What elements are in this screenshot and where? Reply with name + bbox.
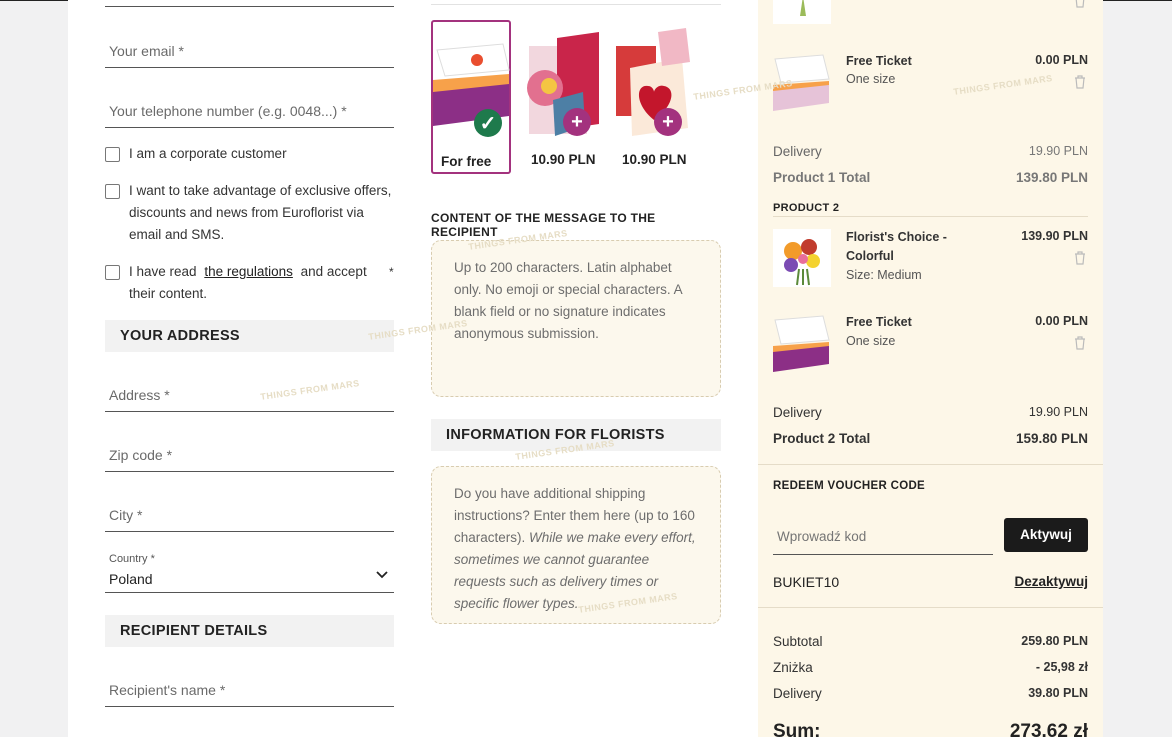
subtotal-value: 259.80 PLN [1021, 634, 1088, 648]
zip-field[interactable] [105, 439, 394, 472]
card-price: For free [441, 154, 492, 169]
activate-voucher-button[interactable]: Aktywuj [1004, 518, 1088, 552]
card-option-free[interactable]: ✓ For free [431, 20, 511, 174]
country-value: Poland [109, 571, 153, 587]
country-label: Country * [109, 553, 155, 565]
p2-ticket-name: Free Ticket [846, 315, 912, 329]
checkout-page: I am a corporate customer I want to take… [68, 0, 1103, 737]
p2-delivery-value: 19.90 PLN [1028, 405, 1088, 419]
offers-label: I want to take advantage of exclusive of… [129, 183, 392, 242]
previous-field[interactable] [105, 0, 394, 7]
regulations-checkbox[interactable] [105, 265, 120, 280]
card-option-flowers[interactable]: + 10.90 PLN [523, 20, 603, 174]
p1-total-label: Product 1 Total [773, 170, 871, 185]
p2-ticket-size: One size [846, 334, 896, 348]
divider [773, 216, 1088, 217]
address-field[interactable] [105, 379, 394, 412]
trash-icon[interactable] [1074, 251, 1086, 265]
product-2-heading: PRODUCT 2 [773, 202, 840, 214]
message-textarea[interactable]: Up to 200 characters. Latin alphabet onl… [431, 240, 721, 397]
p1-total-value: 139.80 PLN [1015, 170, 1088, 185]
country-select[interactable]: Country * Poland [105, 547, 394, 593]
divider [431, 4, 721, 5]
p2-total-value: 159.80 PLN [1015, 431, 1088, 446]
phone-input[interactable] [105, 95, 394, 127]
phone-field[interactable] [105, 95, 394, 128]
recipient-name-input[interactable] [105, 674, 394, 706]
message-placeholder: Up to 200 characters. Latin alphabet onl… [454, 260, 682, 341]
p2-total-label: Product 2 Total [773, 431, 871, 446]
product-1-thumbnail [773, 0, 831, 24]
checkmark-icon: ✓ [474, 109, 502, 137]
recipient-name-field[interactable] [105, 674, 394, 707]
discount-label: Zniżka [773, 660, 813, 675]
trash-icon[interactable] [1074, 75, 1086, 89]
regulations-link[interactable]: the regulations [200, 264, 297, 279]
voucher-field[interactable] [773, 519, 993, 555]
trash-icon[interactable] [1074, 0, 1086, 8]
message-title: CONTENT OF THE MESSAGE TO THE RECIPIENT [431, 211, 656, 239]
divider [758, 464, 1103, 465]
p2-name: Florist's Choice - Colorful [846, 230, 947, 263]
sum-label: Sum: [773, 721, 821, 737]
p1-ticket-size: One size [846, 72, 896, 86]
divider [758, 607, 1103, 608]
card-price: 10.90 PLN [622, 152, 687, 167]
corporate-label: I am a corporate customer [129, 146, 287, 161]
delivery-total-value: 39.80 PLN [1028, 686, 1088, 700]
p1-delivery-label: Delivery [773, 144, 822, 159]
address-input[interactable] [105, 379, 394, 411]
florists-heading: INFORMATION FOR FLORISTS [431, 419, 721, 451]
trash-icon[interactable] [1074, 336, 1086, 350]
offers-checkbox[interactable] [105, 184, 120, 199]
required-asterisk: * [389, 265, 394, 279]
regulations-checkbox-row: I have read the regulations and accept t… [105, 261, 397, 305]
chevron-down-icon [376, 571, 388, 579]
regulations-label: I have read the regulations and accept t… [129, 261, 387, 305]
offers-checkbox-row: I want to take advantage of exclusive of… [105, 180, 397, 246]
p2-ticket-price: 0.00 PLN [1035, 314, 1088, 328]
order-summary: Free Ticket One size 0.00 PLN Delivery 1… [758, 0, 1103, 737]
voucher-heading: REDEEM VOUCHER CODE [773, 480, 926, 492]
add-card-icon[interactable]: + [654, 108, 682, 136]
email-input[interactable] [105, 35, 394, 67]
corporate-checkbox-row: I am a corporate customer [105, 143, 397, 165]
city-input[interactable] [105, 499, 394, 531]
recipient-details-heading: RECIPIENT DETAILS [105, 615, 394, 647]
your-address-heading: YOUR ADDRESS [105, 320, 394, 352]
free-ticket-thumbnail [773, 315, 830, 372]
email-field[interactable] [105, 35, 394, 68]
p1-ticket-price: 0.00 PLN [1035, 53, 1088, 67]
p1-ticket-name: Free Ticket [846, 54, 912, 68]
regulations-prefix: I have read [129, 264, 197, 279]
card-price: 10.90 PLN [531, 152, 596, 167]
florists-textarea[interactable]: Do you have additional shipping instruct… [431, 466, 721, 624]
p2-size: Size: Medium [846, 268, 922, 282]
deactivate-link[interactable]: Dezaktywuj [1014, 574, 1088, 589]
sum-value: 273.62 zł [1009, 721, 1088, 737]
p1-delivery-value: 19.90 PLN [1028, 144, 1088, 158]
discount-value: - 25,98 zł [1035, 660, 1088, 674]
subtotal-label: Subtotal [773, 634, 823, 649]
p2-delivery-label: Delivery [773, 405, 822, 420]
delivery-total-label: Delivery [773, 686, 822, 701]
corporate-checkbox[interactable] [105, 147, 120, 162]
card-option-heart[interactable]: + 10.90 PLN [614, 20, 694, 174]
add-card-icon[interactable]: + [563, 108, 591, 136]
applied-code: BUKIET10 [773, 574, 840, 590]
city-field[interactable] [105, 499, 394, 532]
florists-choice-thumbnail [773, 229, 831, 287]
voucher-input[interactable] [773, 519, 993, 554]
p2-price: 139.90 PLN [1021, 229, 1088, 243]
free-ticket-thumbnail [773, 54, 830, 111]
zip-input[interactable] [105, 439, 394, 471]
